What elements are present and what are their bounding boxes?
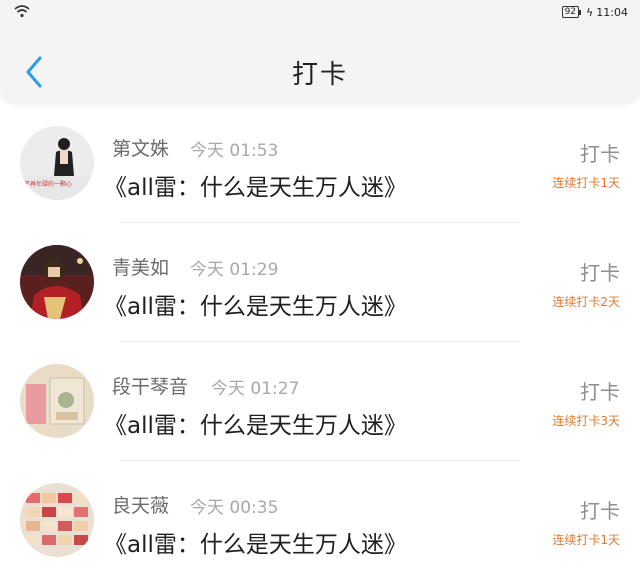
user-name: 青美如: [112, 257, 170, 279]
battery-icon: 92: [561, 6, 582, 18]
status-bar: 92 ϟ 11:04: [0, 0, 640, 24]
streak-label: 连续打卡1天: [552, 176, 620, 190]
user-name: 第文姝: [112, 138, 170, 160]
streak-label: 连续打卡1天: [552, 533, 620, 547]
list-item: 段干琴音 今天 01:27 《all雷：什么是天生万人迷》 打卡 连续打卡3天: [0, 342, 640, 461]
user-name: 良天薇: [112, 495, 170, 517]
page-title: 打卡: [291, 60, 348, 90]
list-item: 不再忙碌的一颗心 第文姝 今天 01:53 《all雷：什么是天生万人迷》 打卡…: [0, 104, 640, 223]
checkin-time: 今天 01:53: [190, 141, 279, 161]
avatar[interactable]: [20, 245, 94, 319]
avatar[interactable]: 不再忙碌的一颗心: [20, 126, 94, 200]
checkin-list: 不再忙碌的一颗心 第文姝 今天 01:53 《all雷：什么是天生万人迷》 打卡…: [0, 104, 640, 580]
book-title[interactable]: 《all雷：什么是天生万人迷》: [104, 525, 407, 559]
avatar[interactable]: [20, 483, 94, 557]
avatar-caption: 不再忙碌的一颗心: [24, 180, 72, 188]
book-title[interactable]: 《all雷：什么是天生万人迷》: [104, 168, 407, 202]
status-right: 92 ϟ 11:04: [561, 3, 628, 21]
user-name: 段干琴音: [112, 376, 189, 398]
wifi-icon: [14, 5, 30, 18]
checkin-time: 今天 01:27: [211, 379, 300, 399]
checkin-button[interactable]: 打卡: [580, 138, 620, 167]
avatar[interactable]: [20, 364, 94, 438]
book-title[interactable]: 《all雷：什么是天生万人迷》: [104, 406, 407, 440]
list-item: 青美如 今天 01:29 《all雷：什么是天生万人迷》 打卡 连续打卡2天: [0, 223, 640, 342]
streak-label: 连续打卡2天: [552, 295, 620, 309]
checkin-button[interactable]: 打卡: [580, 257, 620, 286]
header: 打卡: [0, 24, 640, 104]
checkin-button[interactable]: 打卡: [580, 495, 620, 524]
list-item: 良天薇 今天 00:35 《all雷：什么是天生万人迷》 打卡 连续打卡1天: [0, 461, 640, 580]
checkin-time: 今天 00:35: [190, 498, 279, 518]
clock: 11:04: [596, 5, 628, 19]
checkin-button[interactable]: 打卡: [580, 376, 620, 405]
book-title[interactable]: 《all雷：什么是天生万人迷》: [104, 287, 407, 321]
streak-label: 连续打卡3天: [552, 414, 620, 428]
checkin-time: 今天 01:29: [190, 260, 279, 280]
charging-icon: ϟ: [586, 5, 594, 19]
